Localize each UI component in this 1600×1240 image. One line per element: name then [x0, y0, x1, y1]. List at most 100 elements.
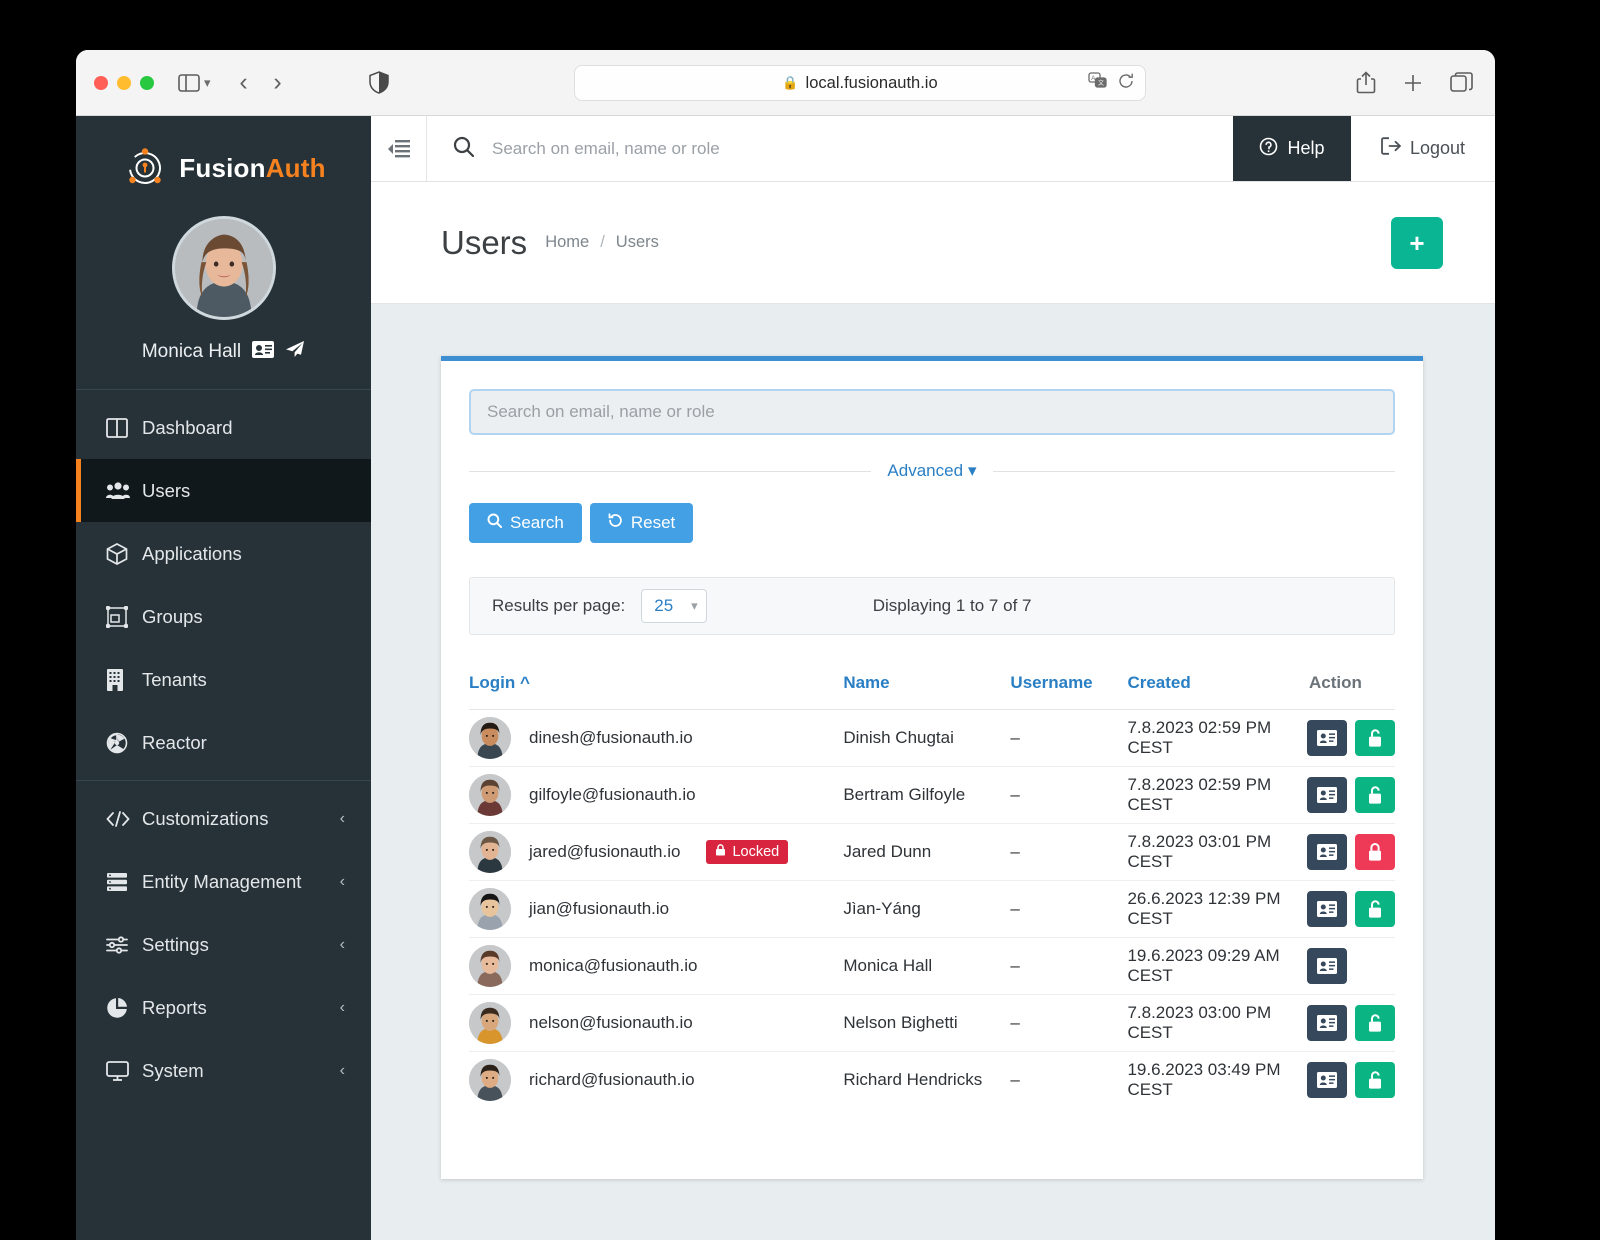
table-row[interactable]: jian@fusionauth.io Jìan-Yáng – 26.6.2023…	[469, 880, 1395, 938]
window-controls	[94, 75, 154, 90]
sidebar-item-groups[interactable]: Groups	[76, 585, 371, 648]
minimize-window-button[interactable]	[117, 75, 131, 90]
help-button[interactable]: Help	[1233, 116, 1351, 181]
login-text: richard@fusionauth.io	[529, 1070, 695, 1090]
advanced-toggle[interactable]: Advanced ▾	[887, 461, 976, 481]
chevron-left-icon[interactable]: ‹	[340, 1062, 345, 1080]
column-header-action: Action	[1308, 673, 1362, 692]
close-window-button[interactable]	[94, 75, 108, 90]
column-header-login[interactable]: Login ^	[469, 673, 843, 710]
unlock-user-button[interactable]	[1354, 720, 1395, 756]
back-chevron-icon[interactable]: ‹	[227, 68, 261, 97]
unlock-user-button[interactable]	[1354, 1062, 1395, 1099]
cell-login: nelson@fusionauth.io	[469, 994, 844, 1052]
sidebar-item-settings[interactable]: Settings ‹	[76, 913, 371, 976]
url-text: local.fusionauth.io	[805, 73, 938, 92]
results-per-page-label: Results per page:	[492, 596, 626, 615]
sidebar-dropdown-icon[interactable]: ▾	[204, 75, 211, 91]
row-actions	[1303, 1062, 1395, 1099]
sidebar-item-users[interactable]: Users	[76, 459, 371, 522]
chevron-left-icon[interactable]: ‹	[340, 936, 345, 954]
plus-icon[interactable]	[1402, 72, 1424, 94]
maximize-window-button[interactable]	[140, 75, 154, 90]
topbar-search-placeholder: Search on email, name or role	[492, 138, 720, 158]
sliders-icon	[106, 935, 142, 954]
cell-username: –	[1010, 709, 1128, 767]
status-badge-label: Locked	[732, 844, 780, 860]
reload-icon[interactable]	[1117, 72, 1135, 95]
table-row[interactable]: gilfoyle@fusionauth.io Bertram Gilfoyle …	[469, 766, 1395, 824]
cell-username: –	[1010, 880, 1128, 938]
share-icon[interactable]	[1356, 71, 1376, 94]
manage-user-button[interactable]	[1306, 834, 1347, 870]
unlock-user-button[interactable]	[1354, 777, 1395, 813]
sidebar-item-dashboard[interactable]: Dashboard	[76, 396, 371, 459]
question-circle-icon	[1259, 137, 1278, 161]
sidebar-toggle-icon[interactable]	[178, 73, 200, 93]
manage-user-button[interactable]	[1306, 948, 1347, 984]
row-actions	[1303, 948, 1395, 984]
login-text: jared@fusionauth.io	[529, 842, 681, 861]
manage-user-button[interactable]	[1306, 891, 1347, 927]
logout-button[interactable]: Logout	[1351, 116, 1495, 181]
login-text: gilfoyle@fusionauth.io	[529, 785, 696, 804]
column-header-username[interactable]: Username	[1010, 673, 1127, 710]
manage-user-button[interactable]	[1306, 720, 1347, 756]
cell-login: jian@fusionauth.io	[469, 880, 844, 938]
browser-toolbar-right	[1356, 71, 1473, 94]
avatar[interactable]	[171, 216, 276, 320]
lock-user-button[interactable]	[1354, 834, 1395, 870]
collapse-sidebar-icon[interactable]	[371, 116, 427, 181]
cell-created: 7.8.2023 03:00 PM CEST	[1127, 994, 1303, 1052]
translate-icon[interactable]: A 文	[1088, 72, 1107, 94]
breadcrumb-home[interactable]: Home	[545, 233, 589, 252]
table-row[interactable]: jared@fusionauth.io Locked Jared Dunn – …	[469, 823, 1395, 881]
sidebar-item-tenants[interactable]: Tenants	[76, 648, 371, 711]
search-input[interactable]	[469, 389, 1395, 435]
column-header-name[interactable]: Name	[843, 673, 1010, 710]
search-button[interactable]: Search	[469, 503, 582, 543]
address-bar[interactable]: 🔒 local.fusionauth.io A 文	[574, 65, 1146, 101]
sidebar-item-applications[interactable]: Applications	[76, 522, 371, 585]
chevron-left-icon[interactable]: ‹	[340, 873, 345, 891]
manage-user-button[interactable]	[1306, 1062, 1347, 1099]
table-row[interactable]: richard@fusionauth.io Richard Hendricks …	[469, 1051, 1395, 1109]
reset-button[interactable]: Reset	[589, 503, 694, 543]
cell-name: Jared Dunn	[843, 823, 1011, 881]
reset-button-label: Reset	[630, 513, 676, 532]
shield-icon[interactable]	[368, 71, 389, 94]
cell-name: Richard Hendricks	[843, 1051, 1011, 1109]
cell-created: 7.8.2023 03:01 PM CEST	[1127, 823, 1303, 881]
user-avatar-wrap	[76, 216, 371, 320]
tab-overview-icon[interactable]	[1450, 72, 1473, 93]
chevron-left-icon[interactable]: ‹	[340, 810, 345, 828]
id-card-icon[interactable]	[252, 340, 275, 363]
sidebar-item-system[interactable]: System ‹	[76, 1039, 371, 1102]
breadcrumb-current: Users	[615, 233, 659, 251]
topbar-search[interactable]: Search on email, name or role	[427, 116, 1233, 181]
table-row[interactable]: nelson@fusionauth.io Nelson Bighetti – 7…	[469, 994, 1395, 1052]
sidebar-item-entity-management[interactable]: Entity Management ‹	[76, 850, 371, 913]
search-icon	[487, 513, 503, 533]
reset-icon	[608, 513, 623, 533]
unlock-user-button[interactable]	[1354, 891, 1395, 927]
paper-plane-icon[interactable]	[285, 340, 305, 363]
brand-logo[interactable]: FusionAuth	[76, 116, 371, 192]
add-user-button[interactable]: +	[1391, 216, 1443, 269]
table-row[interactable]: monica@fusionauth.io Monica Hall – 19.6.…	[469, 937, 1395, 995]
column-header-created[interactable]: Created	[1127, 673, 1303, 710]
unlock-user-button[interactable]	[1354, 1005, 1395, 1041]
table-row[interactable]: dinesh@fusionauth.io Dinish Chugtai – 7.…	[469, 709, 1395, 767]
breadcrumb-separator: /	[600, 233, 605, 251]
cell-action	[1302, 823, 1395, 881]
cell-username: –	[1010, 937, 1128, 995]
sidebar-item-reports[interactable]: Reports ‹	[76, 976, 371, 1039]
forward-chevron-icon[interactable]: ›	[261, 68, 295, 97]
manage-user-button[interactable]	[1306, 1005, 1347, 1041]
sidebar-item-customizations[interactable]: Customizations ‹	[76, 787, 371, 850]
cell-login: richard@fusionauth.io	[469, 1051, 844, 1109]
chevron-left-icon[interactable]: ‹	[340, 999, 345, 1017]
manage-user-button[interactable]	[1306, 777, 1347, 813]
results-per-page-select[interactable]: 25 ▾	[641, 589, 707, 623]
sidebar-item-reactor[interactable]: Reactor	[76, 711, 371, 774]
